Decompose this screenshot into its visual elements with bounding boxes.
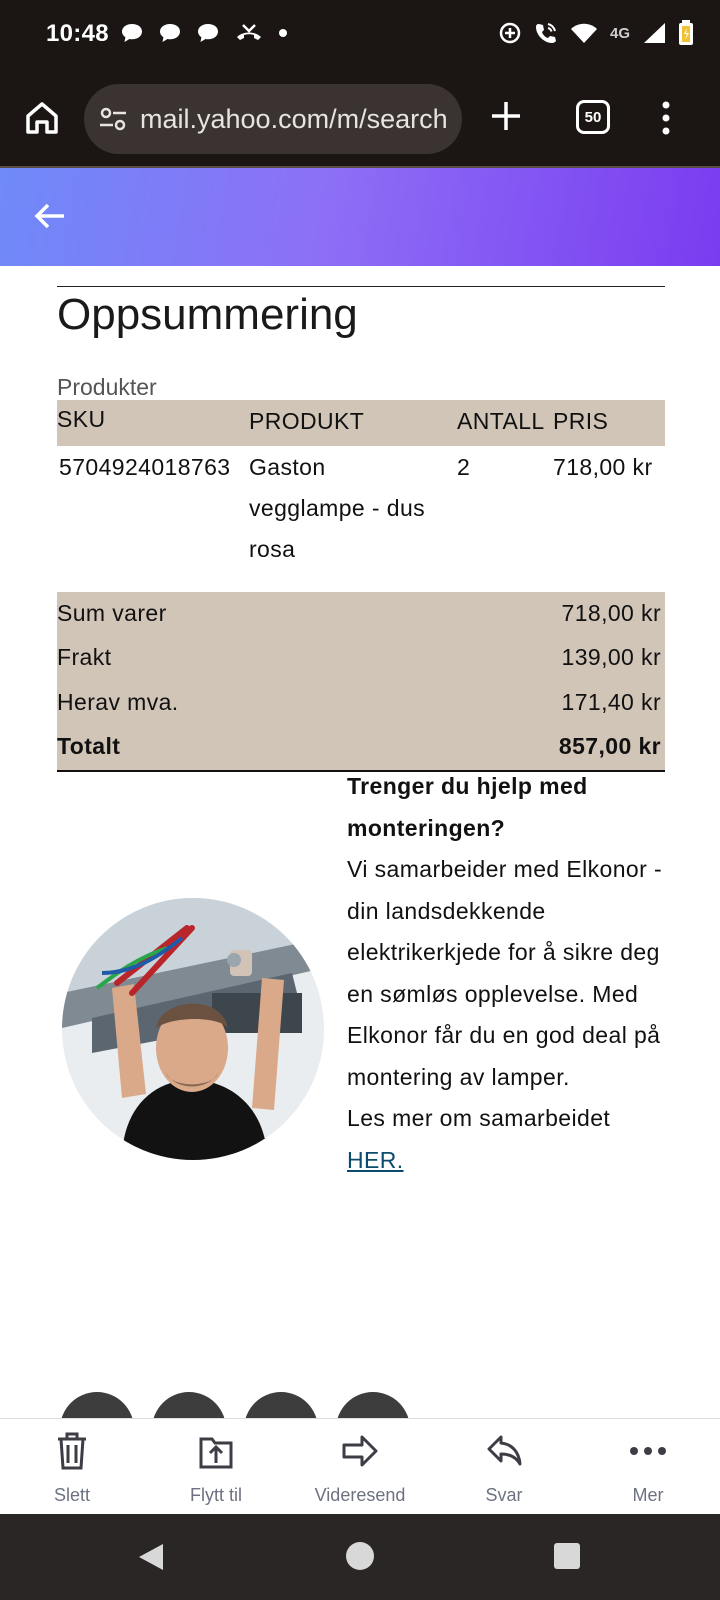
products-label: Produkter [57, 374, 157, 400]
instagram-icon[interactable] [60, 1392, 134, 1418]
move-to-folder-icon [199, 1437, 233, 1469]
missed-call-icon [237, 24, 261, 40]
browser-menu-icon[interactable] [660, 100, 672, 136]
divider [57, 286, 665, 287]
vat-row: Herav mva. 171,40 kr [57, 681, 665, 725]
url-text[interactable]: mail.yahoo.com/m/search [140, 104, 454, 135]
site-settings-icon[interactable] [98, 106, 128, 132]
home-icon[interactable] [22, 98, 62, 138]
header-product: PRODUKT [249, 408, 365, 434]
help-section: Trenger du hjelp med monteringen? Vi sam… [347, 766, 667, 1181]
status-bar: 10:48 4G [0, 0, 720, 70]
network-type: 4G [609, 24, 630, 42]
reply-icon [487, 1435, 522, 1466]
delete-label: Slett [53, 1485, 91, 1505]
read-more-link[interactable]: HER. [347, 1147, 404, 1173]
move-button[interactable]: Flytt til [156, 1419, 276, 1515]
message-action-bar: Slett Flytt til Videresend Svar Mer [0, 1418, 720, 1514]
notification-icons [120, 22, 288, 44]
tab-switcher-button[interactable]: 50 [576, 100, 610, 134]
product-cell-line-3: rosa [249, 536, 296, 562]
new-tab-icon[interactable] [488, 98, 524, 134]
signal-icon [644, 23, 665, 43]
header-price: PRIS [553, 408, 609, 434]
data-saver-icon [499, 22, 521, 44]
back-arrow-icon[interactable] [34, 202, 66, 230]
tab-count: 50 [584, 108, 602, 126]
nav-recents-icon[interactable] [553, 1542, 581, 1570]
product-table-header: SKU PRODUKT ANTALL PRIS [57, 400, 665, 446]
trash-icon [58, 1432, 86, 1470]
chat-bubble-icon [160, 24, 180, 42]
product-cell-line-1: Gaston [249, 454, 326, 480]
move-label: Flytt til [190, 1485, 242, 1505]
more-dots-icon [630, 1447, 666, 1455]
price-cell: 718,00 kr [553, 454, 653, 480]
order-summary: Sum varer 718,00 kr Frakt 139,00 kr Hera… [57, 592, 665, 772]
help-more-text: Les mer om samarbeidet [347, 1105, 611, 1131]
product-cell-line-2: vegglampe - dus [249, 495, 426, 521]
subtotal-label: Sum varer [57, 600, 167, 626]
status-time: 10:48 [46, 20, 109, 47]
chat-bubble-icon [198, 24, 218, 42]
dot-icon [279, 29, 287, 37]
vat-label: Herav mva. [57, 689, 179, 715]
shipping-value: 139,00 kr [561, 644, 661, 670]
header-quantity: ANTALL [457, 408, 545, 434]
subtotal-value: 718,00 kr [561, 600, 661, 626]
sku-cell: 5704924018763 [59, 454, 231, 480]
more-button[interactable]: Mer [588, 1419, 708, 1515]
pinterest-icon[interactable] [244, 1392, 318, 1418]
vat-value: 171,40 kr [561, 689, 661, 715]
summary-heading: Oppsummering [57, 290, 358, 339]
total-label: Totalt [57, 733, 121, 759]
delete-button[interactable]: Slett [12, 1419, 132, 1515]
shipping-label: Frakt [57, 644, 112, 670]
quantity-cell: 2 [457, 454, 471, 480]
system-nav-bar [0, 1514, 720, 1600]
nav-home-icon[interactable] [345, 1541, 375, 1571]
mail-header [0, 168, 720, 266]
subtotal-row: Sum varer 718,00 kr [57, 592, 665, 636]
wifi-icon [570, 23, 597, 43]
shipping-row: Frakt 139,00 kr [57, 636, 665, 680]
forward-arrow-icon [342, 1435, 378, 1467]
wifi-call-icon [535, 23, 556, 43]
email-body: Oppsummering Produkter SKU PRODUKT ANTAL… [0, 266, 720, 1418]
total-row: Totalt 857,00 kr [57, 725, 665, 769]
battery-icon [679, 20, 693, 45]
forward-label: Videresend [314, 1485, 406, 1505]
forward-button[interactable]: Videresend [300, 1419, 420, 1515]
linkedin-icon[interactable] [336, 1392, 410, 1418]
reply-button[interactable]: Svar [444, 1419, 564, 1515]
reply-label: Svar [485, 1485, 523, 1505]
browser-toolbar: mail.yahoo.com/m/search 50 [0, 70, 720, 168]
facebook-icon[interactable] [152, 1392, 226, 1418]
total-value: 857,00 kr [558, 733, 661, 759]
address-bar[interactable]: mail.yahoo.com/m/search [84, 84, 462, 154]
electrician-photo [62, 898, 324, 1160]
system-icons: 4G [498, 20, 694, 46]
header-sku: SKU [57, 406, 106, 432]
help-body: Vi samarbeider med Elkonor - din landsde… [347, 856, 663, 1090]
nav-back-icon[interactable] [136, 1542, 166, 1572]
help-title: Trenger du hjelp med monteringen? [347, 773, 588, 841]
more-label: Mer [632, 1485, 664, 1505]
chat-bubble-icon [122, 24, 142, 42]
